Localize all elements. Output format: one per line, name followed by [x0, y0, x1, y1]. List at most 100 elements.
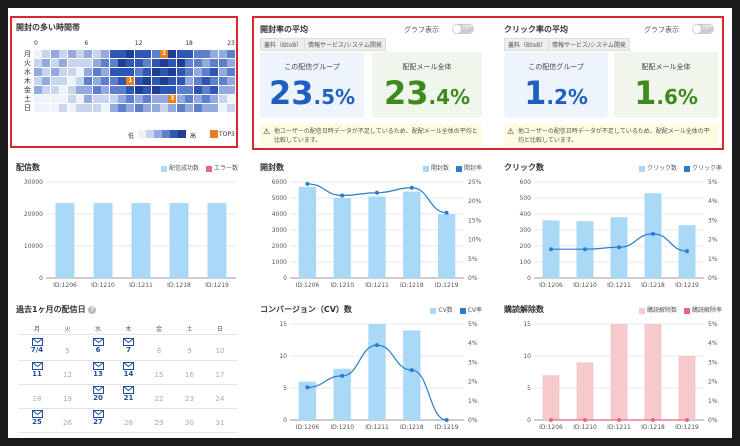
sent-day[interactable]: 13 [83, 362, 113, 378]
heatmap-grid: 0 6 12 18 23 月 2 火水木 1 金土 3 日低高 TOP3 [8, 8, 240, 148]
heatmap-cell [126, 95, 135, 103]
y2-tick-label: 4% [468, 340, 478, 347]
day-number: 10 [215, 347, 225, 355]
sent-day[interactable]: 7/4 [22, 338, 52, 354]
legend-label: 開封率 [463, 165, 482, 172]
warning-text: 他ユーザーの配信日時データが不足しているため、配配メール全体の平均と比較していま… [274, 128, 478, 144]
heatmap-cell [134, 86, 143, 94]
heatmap-cell [151, 50, 160, 58]
y-tick-label: 5 [283, 385, 287, 392]
heatmap-cell [76, 104, 84, 112]
day-number: 13 [93, 370, 103, 378]
heatmap-cell [109, 68, 118, 76]
day-number: 30 [185, 419, 194, 427]
legend-swatch [639, 165, 646, 172]
heatmap-cell [42, 77, 51, 85]
y2-tick-label: 4% [708, 340, 718, 347]
sent-day[interactable]: 6 [83, 338, 113, 354]
heatmap-cell [151, 95, 160, 103]
delivery-chart: 0 10000 20000 30000 ID:1206 ID:1210 ID:1211 ID:… [24, 179, 236, 289]
heatmap-cell [67, 104, 76, 112]
heatmap-cell [101, 104, 110, 112]
legend-label: 配信成功数 [169, 165, 200, 172]
heatmap-cell [210, 77, 219, 85]
data-warning: ⚠ 他ユーザーの配信日時データが不足しているため、配配メール全体の平均と比較して… [260, 124, 482, 146]
legend-swatch [639, 307, 646, 314]
x-tick-label: ID:1211 [365, 282, 389, 289]
heatmap-cell [76, 68, 84, 76]
heatmap-cell [218, 77, 227, 85]
group-rate-label: この配信グループ [528, 63, 584, 71]
unsub-panel: 購読解除数 購読解除数 購読解除率 0 5 10 15 0% 1% 2% 3% 4% 5% ID:1… [500, 300, 728, 436]
graph-toggle[interactable]: OFF [452, 24, 474, 34]
x-tick-label: ID:1206 [539, 424, 563, 431]
clicks-panel: クリック数 クリック数 クリック率 0 100 200 300 400 500 600 0% 1… [500, 158, 728, 296]
heatmap-cell [109, 50, 118, 58]
y-tick-label: 10000 [24, 243, 43, 250]
sent-day[interactable]: 21 [114, 386, 144, 402]
sent-day[interactable]: 27 [83, 410, 113, 426]
calendar-day: 10 [205, 347, 235, 355]
toggle-state: OFF [462, 25, 472, 31]
heatmap-cell [185, 77, 194, 85]
heatmap-cell [118, 59, 126, 67]
heatmap-cell [210, 50, 219, 58]
sent-day[interactable]: 20 [83, 386, 113, 402]
day-number: 14 [123, 370, 134, 378]
y-tick-label: 600 [520, 179, 532, 186]
heatmap-cell [176, 95, 185, 103]
y-tick-label: 10 [523, 353, 531, 360]
heatmap-cell [202, 95, 210, 103]
heatmap-cell [42, 59, 51, 67]
y2-tick-label: 20% [468, 198, 482, 205]
y-tick-label: 4000 [272, 211, 287, 218]
day-number: 31 [215, 419, 225, 427]
line-point [651, 231, 655, 236]
y-tick-label: 0 [283, 275, 287, 282]
weekday-label: 土 [186, 326, 193, 333]
day-number: 20 [93, 394, 103, 402]
group-rate-card: この配信グループ 1.2% [504, 52, 608, 118]
heatmap-cell [168, 68, 177, 76]
open-rate-panel: 開封率の平均 グラフ表示 OFF 蓋料（BtoB） 情報サービス/システム開発 … [256, 20, 488, 148]
envelope-flap [123, 338, 134, 344]
sent-day[interactable]: 14 [114, 362, 144, 378]
heatmap-cell [84, 104, 93, 112]
day-number: 16 [185, 371, 194, 379]
heatmap-cell [67, 59, 76, 67]
heatmap-cell [84, 95, 93, 103]
calendar-day: 28 [114, 419, 144, 427]
legend-label: クリック数 [647, 165, 678, 172]
heatmap-cell [67, 50, 76, 58]
heatmap-cell [84, 77, 93, 85]
envelope-flap [31, 338, 43, 344]
heatmap-cell [176, 68, 185, 76]
sent-day[interactable]: 25 [22, 410, 52, 426]
legend-swatch [683, 165, 690, 172]
legend-swatch [161, 165, 168, 172]
y2-tick-label: 5% [708, 321, 718, 328]
toggle-state: OFF [702, 25, 712, 31]
sent-day[interactable]: 7 [114, 338, 144, 354]
y-tick-label: 1000 [272, 259, 287, 266]
sent-day[interactable]: 11 [22, 362, 52, 378]
weekday-label: 木 [125, 326, 132, 333]
envelope-flap [123, 362, 134, 368]
group-rate-int: 1 [524, 74, 547, 112]
heatmap-cell [193, 68, 202, 76]
bar [298, 186, 317, 278]
heatmap-cell [160, 86, 168, 94]
heatmap-cell [210, 104, 219, 112]
heatmap-cell [193, 86, 202, 94]
calendar-day: 5 [53, 347, 83, 355]
heatmap-cell [176, 59, 185, 67]
envelope-icon [31, 362, 43, 370]
heatmap-cell [227, 104, 236, 112]
heatmap-cell [218, 59, 227, 67]
y-tick-label: 0 [527, 275, 531, 282]
heatmap-cell [193, 59, 202, 67]
heatmap-cell [134, 50, 143, 58]
heatmap-cell [126, 104, 135, 112]
y-tick-label: 15 [279, 321, 287, 328]
graph-toggle[interactable]: OFF [692, 24, 714, 34]
